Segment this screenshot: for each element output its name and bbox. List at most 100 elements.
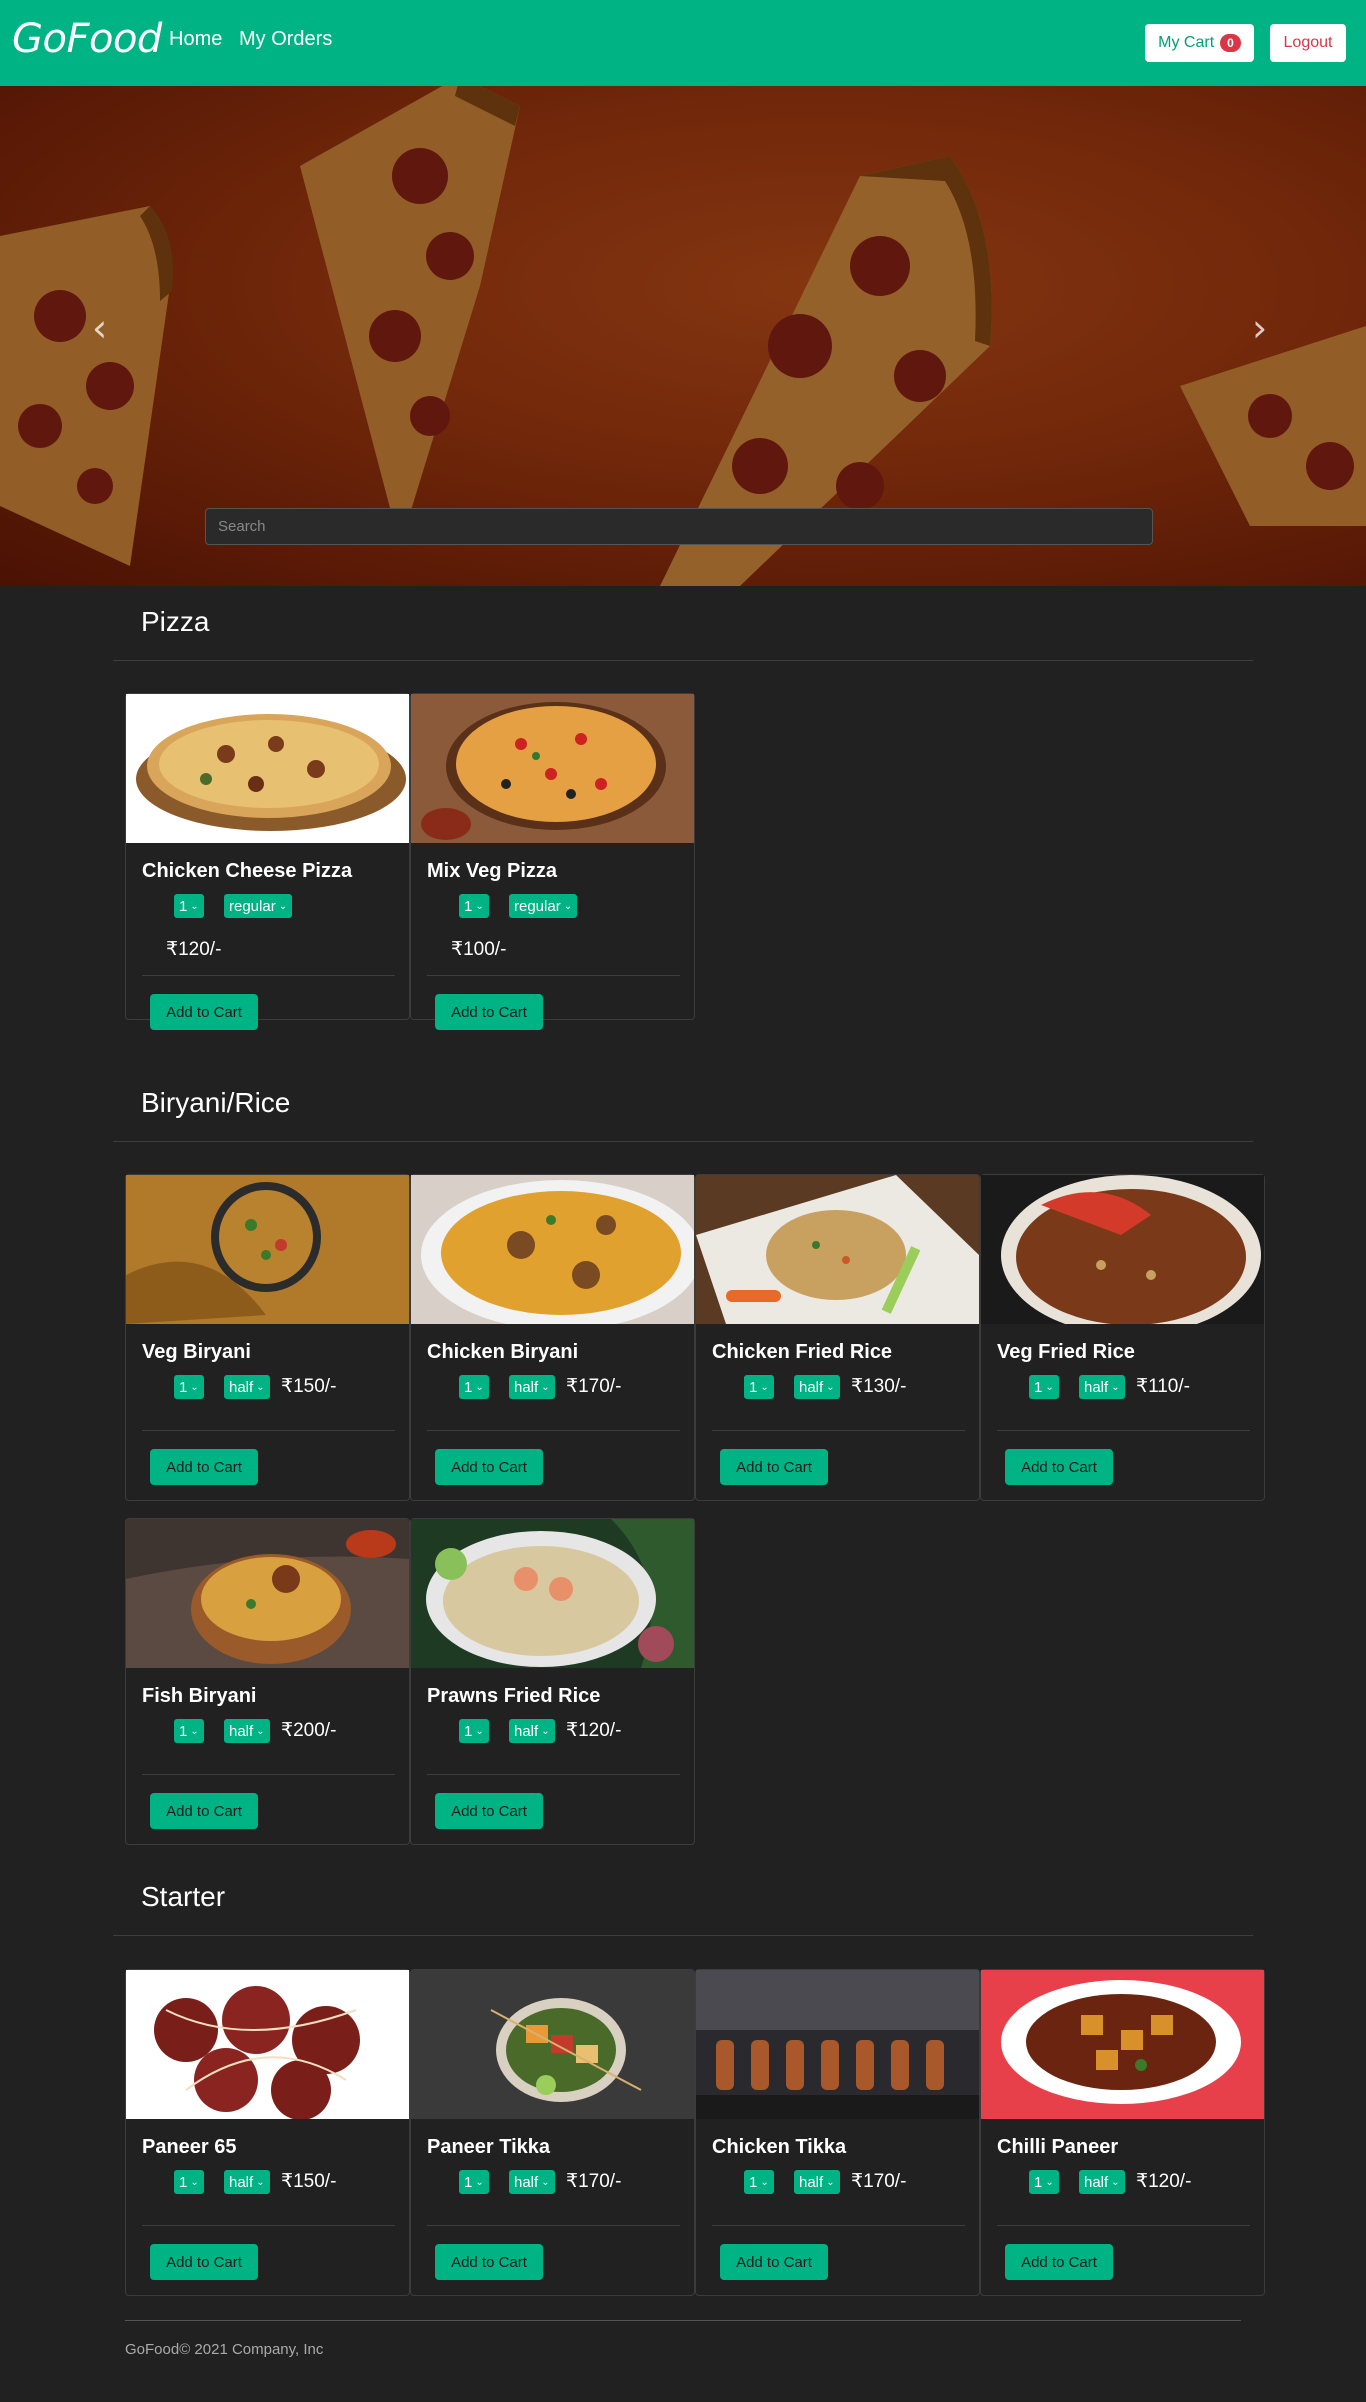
- add-to-cart-button[interactable]: Add to Cart: [150, 2244, 258, 2280]
- size-select[interactable]: half ⌄: [509, 1375, 555, 1399]
- category-title-pizza: Pizza: [141, 606, 210, 637]
- card-divider: [142, 975, 395, 976]
- food-image: [981, 1175, 1264, 1324]
- category-title-starter: Starter: [141, 1881, 226, 1912]
- chevron-down-icon: ⌄: [541, 2176, 550, 2188]
- quantity-value: 1: [1034, 1378, 1043, 1396]
- quantity-select[interactable]: 1 ⌄: [459, 1719, 489, 1743]
- my-cart-button[interactable]: My Cart 0: [1145, 24, 1254, 62]
- quantity-select[interactable]: 1 ⌄: [459, 894, 489, 918]
- food-card: Chicken Tikka 1 ⌄ half ⌄ ₹170/- Add to Car…: [695, 1969, 980, 2296]
- food-image: [411, 1175, 694, 1324]
- cart-label: My Cart: [1158, 34, 1215, 51]
- chevron-left-icon[interactable]: ‹: [92, 306, 107, 350]
- size-select[interactable]: half ⌄: [224, 1375, 270, 1399]
- chicken-cheese-pizza-image: [126, 694, 409, 843]
- quantity-select[interactable]: 1 ⌄: [174, 1719, 204, 1743]
- navbar: GoFood Home My Orders My Cart 0 Logout: [0, 0, 1366, 86]
- size-select[interactable]: regular ⌄: [224, 894, 293, 918]
- food-card: Chilli Paneer 1 ⌄ half ⌄ ₹120/- Add to Car…: [980, 1969, 1265, 2296]
- food-price: ₹200/-: [281, 1720, 337, 1741]
- chevron-right-icon[interactable]: ›: [1252, 306, 1267, 350]
- food-image: [696, 1175, 979, 1324]
- food-title: Chicken Tikka: [712, 2136, 847, 2158]
- food-title: Paneer Tikka: [427, 2136, 551, 2158]
- card-divider: [142, 2225, 395, 2226]
- chevron-down-icon: ⌄: [760, 2176, 769, 2188]
- food-title: Prawns Fried Rice: [427, 1685, 601, 1707]
- nav-link-home[interactable]: Home: [169, 28, 222, 51]
- add-to-cart-button[interactable]: Add to Cart: [1005, 1449, 1113, 1485]
- add-to-cart-button[interactable]: Add to Cart: [435, 1793, 543, 1829]
- food-title: Chilli Paneer: [997, 2136, 1119, 2158]
- add-to-cart-button[interactable]: Add to Cart: [435, 1449, 543, 1485]
- size-select[interactable]: half ⌄: [509, 1719, 555, 1743]
- add-to-cart-button[interactable]: Add to Cart: [150, 1793, 258, 1829]
- add-to-cart-button[interactable]: Add to Cart: [150, 1449, 258, 1485]
- quantity-value: 1: [464, 1722, 473, 1740]
- size-select[interactable]: half ⌄: [1079, 2170, 1125, 2194]
- quantity-select[interactable]: 1 ⌄: [459, 2170, 489, 2194]
- size-value: half: [1084, 1378, 1109, 1396]
- quantity-value: 1: [464, 1378, 473, 1396]
- chevron-down-icon: ⌄: [475, 1381, 484, 1393]
- prawns-fried-rice-image: [411, 1519, 694, 1668]
- food-card: Chicken Biryani 1 ⌄ half ⌄ ₹170/- Add to C…: [410, 1174, 695, 1501]
- quantity-select[interactable]: 1 ⌄: [174, 2170, 204, 2194]
- food-title: Fish Biryani: [142, 1685, 257, 1707]
- size-select[interactable]: half ⌄: [224, 2170, 270, 2194]
- chevron-down-icon: ⌄: [256, 1381, 265, 1393]
- brand-logo[interactable]: GoFood: [12, 16, 162, 62]
- chevron-down-icon: ⌄: [1111, 1381, 1120, 1393]
- search-input[interactable]: [205, 508, 1153, 545]
- chevron-down-icon: ⌄: [190, 1725, 199, 1737]
- size-select[interactable]: regular ⌄: [509, 894, 578, 918]
- chevron-down-icon: ⌄: [760, 1381, 769, 1393]
- quantity-select[interactable]: 1 ⌄: [1029, 2170, 1059, 2194]
- quantity-select[interactable]: 1 ⌄: [1029, 1375, 1059, 1399]
- cart-count-badge: 0: [1220, 34, 1241, 52]
- category-divider: [113, 660, 1253, 661]
- card-divider: [997, 2225, 1250, 2226]
- size-value: half: [799, 1378, 824, 1396]
- chicken-biryani-image: [411, 1175, 694, 1324]
- add-to-cart-button[interactable]: Add to Cart: [150, 994, 258, 1030]
- add-to-cart-button[interactable]: Add to Cart: [435, 2244, 543, 2280]
- quantity-select[interactable]: 1 ⌄: [174, 1375, 204, 1399]
- size-value: half: [514, 1722, 539, 1740]
- food-card: Veg Biryani 1 ⌄ half ⌄ ₹150/- Add to Cart: [125, 1174, 410, 1501]
- quantity-select[interactable]: 1 ⌄: [744, 1375, 774, 1399]
- size-select[interactable]: half ⌄: [224, 1719, 270, 1743]
- category-divider: [113, 1935, 1253, 1936]
- food-price: ₹120/-: [166, 939, 222, 960]
- add-to-cart-button[interactable]: Add to Cart: [720, 2244, 828, 2280]
- quantity-select[interactable]: 1 ⌄: [174, 894, 204, 918]
- size-value: half: [1084, 2173, 1109, 2191]
- size-select[interactable]: half ⌄: [1079, 1375, 1125, 1399]
- chevron-down-icon: ⌄: [541, 1381, 550, 1393]
- size-value: half: [514, 1378, 539, 1396]
- food-price: ₹150/-: [281, 1376, 337, 1397]
- quantity-select[interactable]: 1 ⌄: [459, 1375, 489, 1399]
- size-select[interactable]: half ⌄: [794, 2170, 840, 2194]
- quantity-value: 1: [1034, 2173, 1043, 2191]
- quantity-value: 1: [179, 2173, 188, 2191]
- add-to-cart-button[interactable]: Add to Cart: [1005, 2244, 1113, 2280]
- food-image: [411, 1519, 694, 1668]
- food-card: Chicken Fried Rice 1 ⌄ half ⌄ ₹130/- Add t…: [695, 1174, 980, 1501]
- food-card: Veg Fried Rice 1 ⌄ half ⌄ ₹110/- Add to Ca…: [980, 1174, 1265, 1501]
- quantity-select[interactable]: 1 ⌄: [744, 2170, 774, 2194]
- size-select[interactable]: half ⌄: [509, 2170, 555, 2194]
- food-title: Chicken Cheese Pizza: [142, 860, 353, 882]
- chevron-down-icon: ⌄: [563, 900, 573, 912]
- size-select[interactable]: half ⌄: [794, 1375, 840, 1399]
- food-image: [696, 1970, 979, 2119]
- category-title-biryani-rice: Biryani/Rice: [141, 1087, 291, 1118]
- add-to-cart-button[interactable]: Add to Cart: [435, 994, 543, 1030]
- chicken-tikka-image: [696, 1970, 979, 2119]
- add-to-cart-button[interactable]: Add to Cart: [720, 1449, 828, 1485]
- food-card: Mix Veg Pizza 1 ⌄ regular ⌄ ₹100/- Add to …: [410, 693, 695, 1030]
- nav-link-my-orders[interactable]: My Orders: [239, 28, 332, 51]
- card-divider: [712, 2225, 965, 2226]
- logout-button[interactable]: Logout: [1270, 24, 1346, 62]
